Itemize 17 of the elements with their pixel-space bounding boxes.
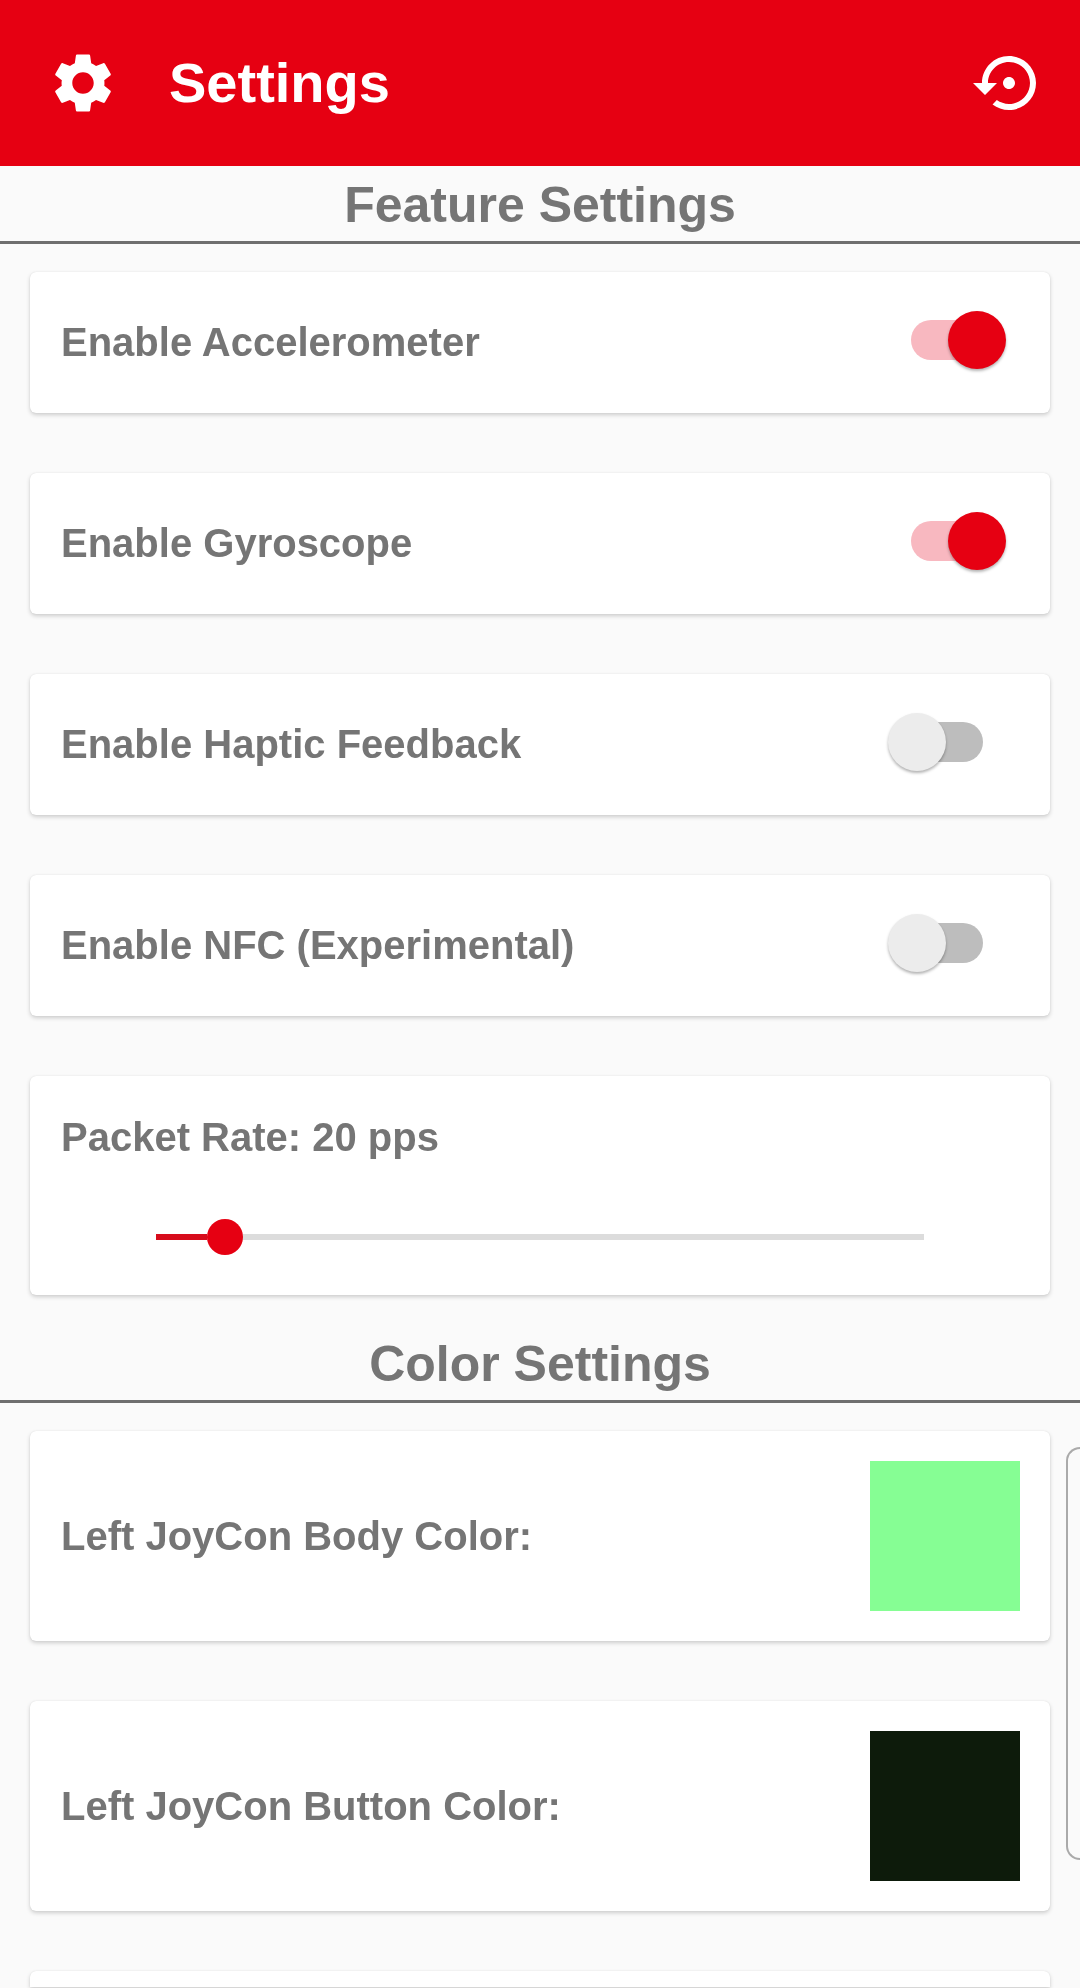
section-heading: Feature Settings <box>344 176 736 234</box>
circular-arrow-icon[interactable] <box>973 56 1036 110</box>
setting-label: Left JoyCon Button Color: <box>61 1783 561 1829</box>
slider-thumb[interactable] <box>207 1219 244 1255</box>
app-bar-title: Settings <box>169 51 390 115</box>
color-swatch-icon[interactable] <box>870 1731 1020 1881</box>
gear-icon <box>55 53 111 113</box>
section-heading: Color Settings <box>369 1335 711 1393</box>
edge-panel-handle[interactable] <box>1066 1447 1080 1860</box>
setting-label: Enable NFC (Experimental) <box>61 922 575 968</box>
setting-label: Enable Gyroscope <box>61 520 413 566</box>
setting-label: Packet Rate: 20 pps <box>61 1114 439 1160</box>
setting-label: Enable Haptic Feedback <box>61 721 522 767</box>
setting-label: Enable Accelerometer <box>61 319 480 365</box>
slider-track[interactable] <box>156 1219 924 1255</box>
setting-label: Left JoyCon Body Color: <box>61 1513 533 1559</box>
color-swatch-icon[interactable] <box>870 1461 1020 1611</box>
